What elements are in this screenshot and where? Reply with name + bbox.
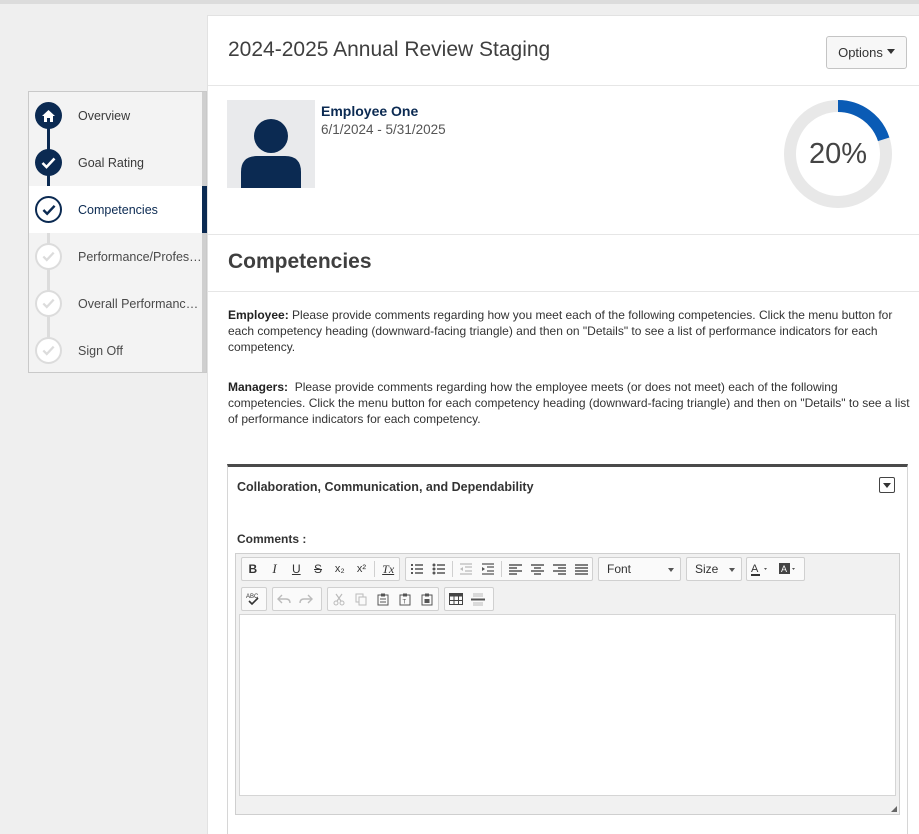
rich-text-editor: B I U S x₂ x² Tx Font Size A A ABC T — [235, 553, 900, 815]
section-title: Competencies — [228, 250, 372, 273]
history-toolbar-group — [272, 587, 322, 611]
divider — [208, 291, 919, 292]
paragraph-toolbar-group — [405, 557, 593, 581]
review-main-panel: 2024-2025 Annual Review Staging Options … — [207, 15, 919, 834]
paste-word-icon[interactable] — [416, 588, 438, 610]
paste-icon[interactable] — [372, 588, 394, 610]
bullet-list-icon[interactable] — [428, 558, 450, 580]
sidebar-item-label: Sign Off — [78, 343, 123, 358]
justify-icon[interactable] — [570, 558, 592, 580]
copy-icon[interactable] — [350, 588, 372, 610]
divider — [208, 234, 919, 235]
review-steps-sidebar: Overview Goal Rating Competencies Perfor… — [28, 91, 208, 374]
align-left-icon[interactable] — [504, 558, 526, 580]
insert-toolbar-group — [444, 587, 494, 611]
bold-button[interactable]: B — [242, 558, 264, 580]
cut-icon[interactable] — [328, 588, 350, 610]
align-right-icon[interactable] — [548, 558, 570, 580]
redo-icon[interactable] — [295, 588, 317, 610]
numbered-list-icon[interactable] — [406, 558, 428, 580]
progress-percent: 20% — [808, 137, 868, 170]
svg-text:A: A — [781, 564, 787, 574]
spellcheck-toolbar-group: ABC — [241, 587, 267, 611]
strikethrough-button[interactable]: S — [307, 558, 329, 580]
employee-instructions: Employee: Please provide comments regard… — [228, 307, 912, 355]
comments-editor-area[interactable] — [239, 614, 896, 796]
color-toolbar-group: A A — [746, 557, 805, 581]
manager-instructions: Managers: Please provide comments regard… — [228, 379, 912, 427]
horizontal-line-icon[interactable] — [467, 588, 489, 610]
home-icon — [35, 102, 62, 129]
table-icon[interactable] — [445, 588, 467, 610]
subscript-button[interactable]: x₂ — [329, 558, 351, 580]
sidebar-item-overall-performance[interactable]: Overall Performance R... — [29, 280, 204, 327]
font-select-value: Font — [607, 562, 632, 576]
top-bar — [0, 0, 919, 4]
comments-label: Comments : — [237, 532, 307, 546]
employee-instructions-text: Please provide comments regarding how yo… — [228, 308, 893, 354]
italic-button[interactable]: I — [264, 558, 286, 580]
sidebar-item-competencies[interactable]: Competencies — [29, 186, 208, 233]
sidebar-item-label: Goal Rating — [78, 155, 145, 170]
superscript-button[interactable]: x² — [351, 558, 373, 580]
toolbar-separator — [501, 561, 502, 577]
options-button[interactable]: Options — [826, 36, 907, 69]
spellcheck-icon[interactable]: ABC — [242, 588, 264, 610]
format-toolbar-group: B I U S x₂ x² Tx — [241, 557, 400, 581]
text-color-icon[interactable]: A — [747, 558, 775, 580]
caret-down-icon — [886, 49, 895, 54]
review-period: 6/1/2024 - 5/31/2025 — [321, 122, 446, 137]
paste-text-icon[interactable]: T — [394, 588, 416, 610]
check-icon — [35, 149, 62, 176]
competency-card: Collaboration, Communication, and Depend… — [227, 464, 908, 834]
check-icon — [35, 243, 62, 270]
sidebar-item-label: Overall Performance R... — [78, 296, 204, 311]
sidebar-item-goal-rating[interactable]: Goal Rating — [29, 139, 204, 186]
sidebar-item-performance-professional[interactable]: Performance/Professi... — [29, 233, 204, 280]
manager-instructions-label: Managers: — [228, 380, 289, 394]
font-select[interactable]: Font — [598, 557, 681, 581]
chevron-down-icon — [668, 568, 674, 572]
toolbar-separator — [374, 561, 376, 577]
sidebar-item-label: Overview — [78, 108, 131, 123]
check-icon — [35, 337, 62, 364]
check-icon — [35, 290, 62, 317]
competency-title: Collaboration, Communication, and Depend… — [237, 480, 534, 494]
underline-button[interactable]: U — [285, 558, 307, 580]
clipboard-toolbar-group: T — [327, 587, 439, 611]
check-icon — [35, 196, 62, 223]
resize-handle-icon[interactable] — [891, 806, 897, 812]
options-button-label: Options — [838, 45, 883, 60]
divider — [208, 85, 919, 86]
outdent-icon[interactable] — [455, 558, 477, 580]
sidebar-item-overview[interactable]: Overview — [29, 92, 204, 139]
toolbar-separator — [452, 561, 453, 577]
employee-instructions-label: Employee: — [228, 308, 289, 322]
sidebar-item-label: Performance/Professi... — [78, 249, 204, 264]
size-select-value: Size — [695, 562, 719, 576]
background-color-icon[interactable]: A — [775, 558, 803, 580]
indent-icon[interactable] — [477, 558, 499, 580]
svg-text:T: T — [403, 599, 407, 605]
page-title: 2024-2025 Annual Review Staging — [228, 38, 551, 61]
sidebar-item-label: Competencies — [78, 202, 158, 217]
employee-name: Employee One — [321, 103, 419, 119]
triangle-down-icon — [883, 482, 891, 488]
remove-format-button[interactable]: Tx — [377, 558, 399, 580]
undo-icon[interactable] — [273, 588, 295, 610]
size-select[interactable]: Size — [686, 557, 742, 581]
manager-instructions-text: Please provide comments regarding how th… — [228, 380, 913, 426]
user-avatar-icon — [227, 100, 315, 188]
align-center-icon[interactable] — [526, 558, 548, 580]
chevron-down-icon — [729, 568, 735, 572]
competency-menu-button[interactable] — [879, 477, 895, 493]
svg-text:A: A — [751, 563, 759, 575]
sidebar-item-sign-off[interactable]: Sign Off — [29, 327, 204, 374]
